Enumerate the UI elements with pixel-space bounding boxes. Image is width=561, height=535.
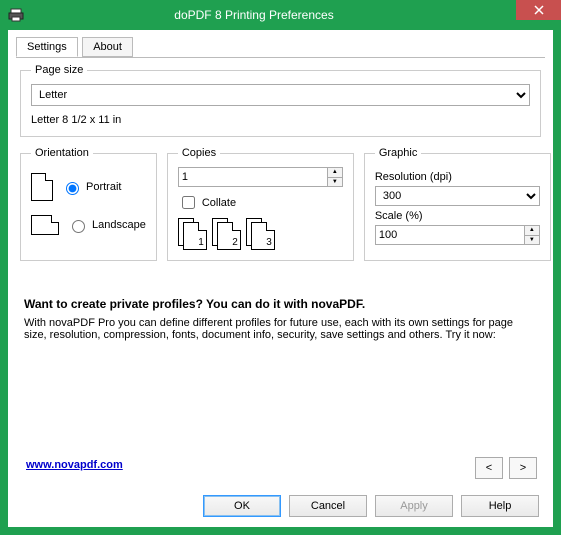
collate-preview-icon: [178, 218, 343, 250]
tab-about[interactable]: About: [82, 37, 133, 57]
promo-body: With novaPDF Pro you can define differen…: [24, 317, 537, 341]
copies-spinner[interactable]: ▲▼: [178, 167, 343, 187]
cancel-button[interactable]: Cancel: [289, 495, 367, 517]
copies-group: Copies ▲▼ Collate: [167, 147, 354, 261]
portrait-page-icon: [31, 173, 53, 201]
page-size-group: Page size Letter Letter 8 1/2 x 11 in: [20, 64, 541, 137]
landscape-radio[interactable]: Landscape: [67, 217, 146, 233]
page-size-dimensions: Letter 8 1/2 x 11 in: [31, 114, 530, 126]
collate-label: Collate: [202, 197, 236, 209]
window-frame: doPDF 8 Printing Preferences Settings Ab…: [0, 0, 561, 535]
window-title: doPDF 8 Printing Preferences: [0, 8, 516, 22]
client-area: Settings About Page size Letter Letter 8…: [8, 30, 553, 527]
page-size-select[interactable]: Letter: [31, 84, 530, 106]
help-button[interactable]: Help: [461, 495, 539, 517]
apply-button[interactable]: Apply: [375, 495, 453, 517]
graphic-legend: Graphic: [375, 147, 422, 159]
copies-spin-buttons[interactable]: ▲▼: [327, 167, 343, 187]
promo-block: Want to create private profiles? You can…: [24, 297, 537, 341]
graphic-group: Graphic Resolution (dpi) 300 Scale (%) ▲…: [364, 147, 551, 261]
portrait-radio[interactable]: Portrait: [61, 179, 121, 195]
tab-content: Page size Letter Letter 8 1/2 x 11 in Or…: [8, 58, 553, 341]
close-button[interactable]: [516, 0, 561, 20]
resolution-select[interactable]: 300: [375, 186, 540, 206]
portrait-label: Portrait: [86, 181, 121, 193]
titlebar: doPDF 8 Printing Preferences: [0, 0, 561, 30]
prev-button[interactable]: <: [475, 457, 503, 479]
page-size-legend: Page size: [31, 64, 87, 76]
orientation-legend: Orientation: [31, 147, 93, 159]
collate-input[interactable]: [182, 196, 195, 209]
portrait-radio-input[interactable]: [66, 182, 79, 195]
promo-headline: Want to create private profiles? You can…: [24, 297, 537, 311]
landscape-label: Landscape: [92, 219, 146, 231]
next-button[interactable]: >: [509, 457, 537, 479]
resolution-label: Resolution (dpi): [375, 171, 540, 183]
scale-spin-buttons[interactable]: ▲▼: [524, 225, 540, 245]
tab-settings[interactable]: Settings: [16, 37, 78, 57]
copies-input[interactable]: [178, 167, 327, 187]
ok-button[interactable]: OK: [203, 495, 281, 517]
orientation-group: Orientation Portrait Landscape: [20, 147, 157, 261]
scale-label: Scale (%): [375, 210, 540, 222]
scale-input[interactable]: [375, 225, 524, 245]
copies-legend: Copies: [178, 147, 220, 159]
landscape-page-icon: [31, 215, 59, 235]
tab-strip: Settings About: [16, 36, 545, 58]
dialog-buttons: OK Cancel Apply Help: [203, 495, 539, 517]
landscape-radio-input[interactable]: [72, 220, 85, 233]
collate-checkbox[interactable]: Collate: [178, 193, 343, 212]
promo-link[interactable]: www.novapdf.com: [26, 459, 123, 471]
scale-spinner[interactable]: ▲▼: [375, 225, 540, 245]
